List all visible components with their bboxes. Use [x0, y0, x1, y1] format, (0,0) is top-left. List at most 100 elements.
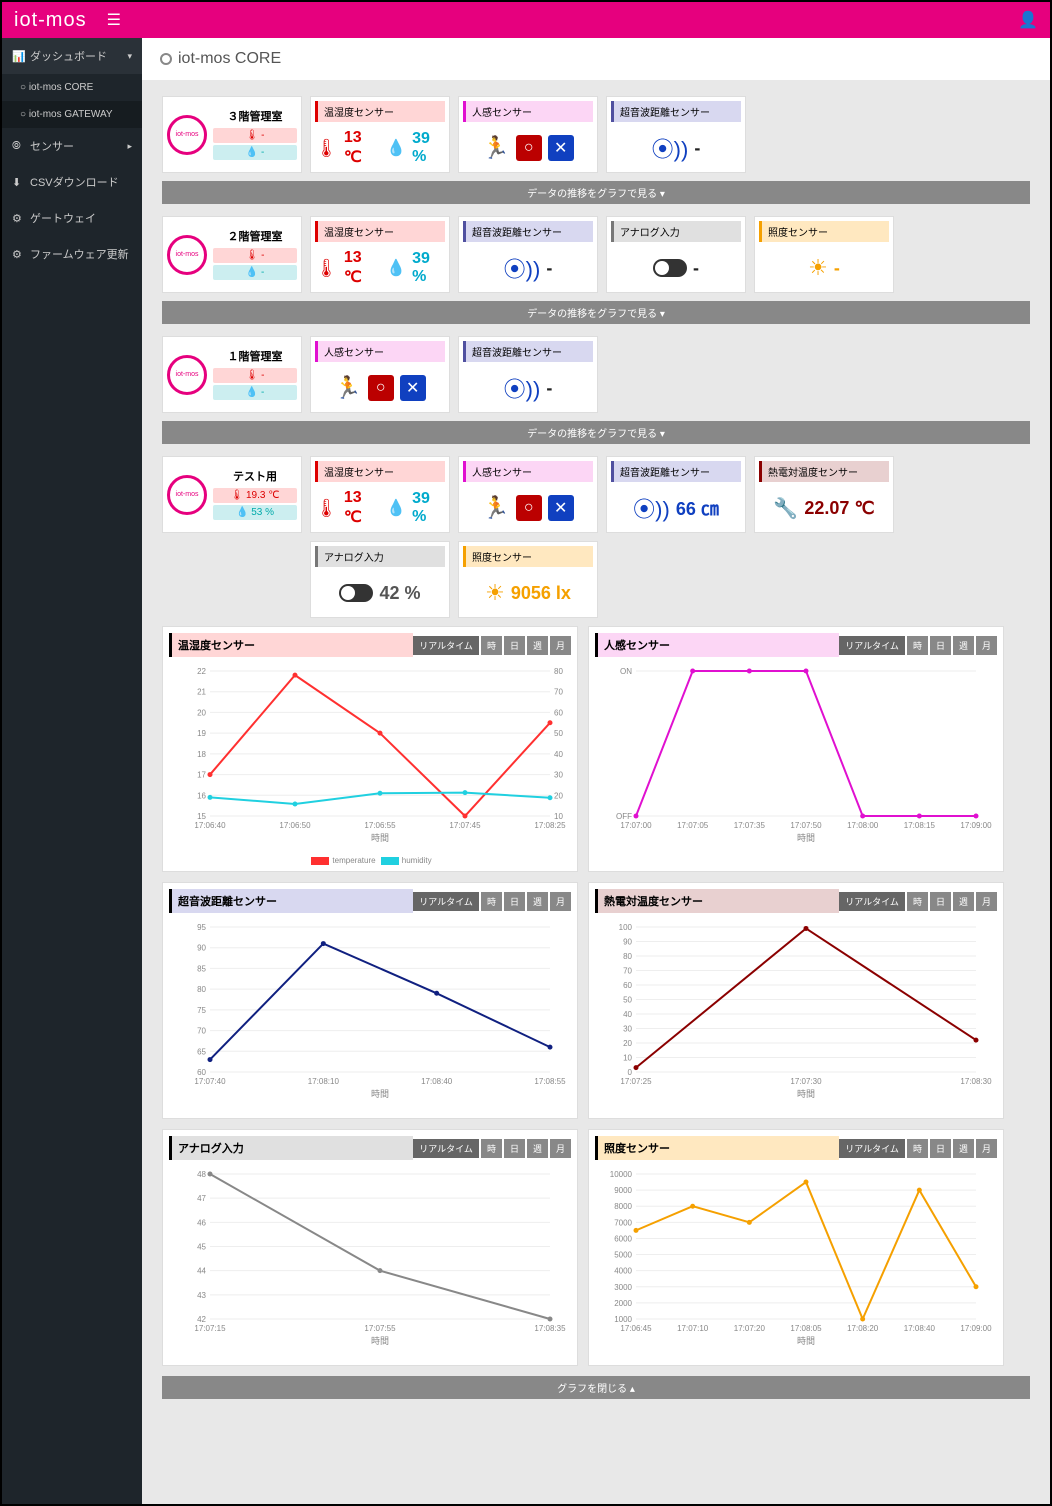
sidebar-sub-gateway[interactable]: ○ iot-mos GATEWAY: [2, 101, 142, 128]
on-button[interactable]: ○: [516, 495, 542, 521]
tab-realtime[interactable]: リアルタイム: [413, 1139, 479, 1158]
tab-day[interactable]: 日: [504, 636, 525, 655]
svg-text:17:07:25: 17:07:25: [620, 1077, 652, 1086]
graph-toggle-button[interactable]: データの推移をグラフで見る ▾: [162, 181, 1030, 204]
tab-week[interactable]: 週: [953, 1139, 974, 1158]
menu-toggle-icon[interactable]: ☰: [107, 10, 121, 30]
room-hum-pill: 💧 -: [213, 145, 297, 160]
page-title: iot-mos CORE: [178, 50, 281, 68]
svg-text:17:06:40: 17:06:40: [194, 821, 226, 830]
svg-text:100: 100: [619, 923, 633, 932]
graph-close-button[interactable]: グラフを閉じる ▴: [162, 1376, 1030, 1399]
tab-realtime[interactable]: リアルタイム: [413, 636, 479, 655]
sidebar-item-firmware[interactable]: ⚙ ファームウェア更新: [2, 236, 142, 272]
tab-realtime[interactable]: リアルタイム: [839, 636, 905, 655]
sidebar-sub-core[interactable]: ○ iot-mos CORE: [2, 74, 142, 101]
svg-text:17:08:05: 17:08:05: [790, 1324, 822, 1333]
tab-week[interactable]: 週: [953, 892, 974, 911]
on-button[interactable]: ○: [516, 135, 542, 161]
svg-text:17:06:50: 17:06:50: [279, 821, 311, 830]
svg-text:17:08:20: 17:08:20: [847, 1324, 879, 1333]
sidebar-item-gateway[interactable]: ⚙ ゲートウェイ: [2, 200, 142, 236]
svg-text:80: 80: [623, 952, 632, 961]
wave-icon: ⦿)): [504, 372, 541, 404]
temp-sensor-card: 温湿度センサー 🌡13 ℃💧39 %: [310, 96, 450, 173]
tab-month[interactable]: 月: [550, 892, 571, 911]
graph-toggle-button[interactable]: データの推移をグラフで見る ▾: [162, 421, 1030, 444]
thermo-sensor-card: 熱電対温度センサー 🔧22.07 ℃: [754, 456, 894, 533]
chart-title: 人感センサー: [595, 633, 839, 657]
svg-text:20: 20: [197, 708, 206, 717]
thermometer-icon: 🌡: [315, 258, 338, 279]
tab-hour[interactable]: 時: [907, 636, 928, 655]
sensor-header: 人感センサー: [463, 101, 593, 122]
tab-realtime[interactable]: リアルタイム: [839, 1139, 905, 1158]
svg-text:40: 40: [554, 750, 563, 759]
svg-text:時間: 時間: [797, 1336, 815, 1346]
ultrasonic-sensor-card: 超音波距離センサー ⦿))66 ㎝: [606, 456, 746, 533]
svg-text:22: 22: [197, 667, 206, 676]
sidebar-item-dashboard[interactable]: 📊 ダッシュボード ▾: [2, 38, 142, 74]
svg-text:65: 65: [197, 1047, 206, 1056]
tab-day[interactable]: 日: [930, 892, 951, 911]
tab-month[interactable]: 月: [976, 636, 997, 655]
page-header: iot-mos CORE: [142, 38, 1050, 80]
tab-day[interactable]: 日: [504, 1139, 525, 1158]
svg-text:OFF: OFF: [616, 812, 632, 821]
svg-text:30: 30: [623, 1025, 632, 1034]
chart-title: 熱電対温度センサー: [595, 889, 839, 913]
tab-week[interactable]: 週: [953, 636, 974, 655]
tab-hour[interactable]: 時: [481, 1139, 502, 1158]
svg-text:17:07:35: 17:07:35: [734, 821, 766, 830]
on-button[interactable]: ○: [368, 375, 394, 401]
ring-logo-icon: iot-mos: [167, 235, 207, 275]
svg-text:時間: 時間: [371, 1336, 389, 1346]
svg-text:17:07:40: 17:07:40: [194, 1077, 226, 1086]
chart-card: 温湿度センサー リアルタイム 時 日 週 月 15161718192021221…: [162, 626, 578, 872]
tab-week[interactable]: 週: [527, 636, 548, 655]
tab-realtime[interactable]: リアルタイム: [413, 892, 479, 911]
svg-text:50: 50: [554, 729, 563, 738]
motion-sensor-card: 人感センサー 🏃○✕: [458, 456, 598, 533]
svg-text:17:07:00: 17:07:00: [620, 821, 652, 830]
running-icon: 🏃: [482, 135, 509, 161]
sensor-header: 温湿度センサー: [315, 101, 445, 122]
svg-text:17:08:35: 17:08:35: [534, 1324, 566, 1333]
tab-day[interactable]: 日: [504, 892, 525, 911]
graph-toggle-button[interactable]: データの推移をグラフで見る ▾: [162, 301, 1030, 324]
tab-hour[interactable]: 時: [907, 892, 928, 911]
off-button[interactable]: ✕: [548, 495, 574, 521]
tab-week[interactable]: 週: [527, 1139, 548, 1158]
svg-text:10: 10: [623, 1054, 632, 1063]
chart-card: 人感センサー リアルタイム 時 日 週 月 OFFON17:07:0017:07…: [588, 626, 1004, 872]
svg-text:17:07:45: 17:07:45: [449, 821, 481, 830]
ultra-value: -: [694, 138, 700, 159]
svg-text:17: 17: [197, 771, 206, 780]
thermometer-icon: 🌡: [315, 498, 338, 519]
sidebar-item-csv[interactable]: ⬇ CSVダウンロード: [2, 164, 142, 200]
svg-text:47: 47: [197, 1194, 206, 1203]
svg-text:20: 20: [554, 791, 563, 800]
tab-hour[interactable]: 時: [481, 636, 502, 655]
sidebar-item-sensor[interactable]: ⦾ センサー ▸: [2, 128, 142, 164]
off-button[interactable]: ✕: [400, 375, 426, 401]
user-icon[interactable]: 👤: [1018, 10, 1038, 30]
chart-title: 温湿度センサー: [169, 633, 413, 657]
off-button[interactable]: ✕: [548, 135, 574, 161]
wave-icon: ⦿)): [652, 132, 689, 164]
tab-day[interactable]: 日: [930, 636, 951, 655]
svg-text:42: 42: [197, 1315, 206, 1324]
temp-sensor-card: 温湿度センサー 🌡13 ℃💧39 %: [310, 456, 450, 533]
tab-hour[interactable]: 時: [481, 892, 502, 911]
ultrasonic-sensor-card: 超音波距離センサー ⦿))-: [606, 96, 746, 173]
tab-hour[interactable]: 時: [907, 1139, 928, 1158]
tab-week[interactable]: 週: [527, 892, 548, 911]
tab-month[interactable]: 月: [976, 892, 997, 911]
svg-text:80: 80: [554, 667, 563, 676]
tab-month[interactable]: 月: [550, 636, 571, 655]
tab-month[interactable]: 月: [976, 1139, 997, 1158]
tab-day[interactable]: 日: [930, 1139, 951, 1158]
tab-month[interactable]: 月: [550, 1139, 571, 1158]
chevron-right-icon: ▸: [127, 141, 132, 152]
tab-realtime[interactable]: リアルタイム: [839, 892, 905, 911]
